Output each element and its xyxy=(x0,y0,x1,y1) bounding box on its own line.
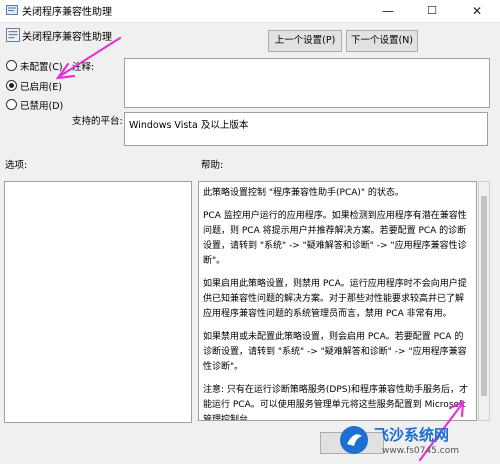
watermark-logo-icon xyxy=(340,426,368,454)
watermark-brand: 飞沙系统网 xyxy=(374,426,450,444)
watermark: 飞沙系统网 www.fs0745.com xyxy=(336,422,496,462)
watermark-url: www.fs0745.com xyxy=(382,446,459,456)
annotation-arrow-bottom xyxy=(418,400,465,462)
